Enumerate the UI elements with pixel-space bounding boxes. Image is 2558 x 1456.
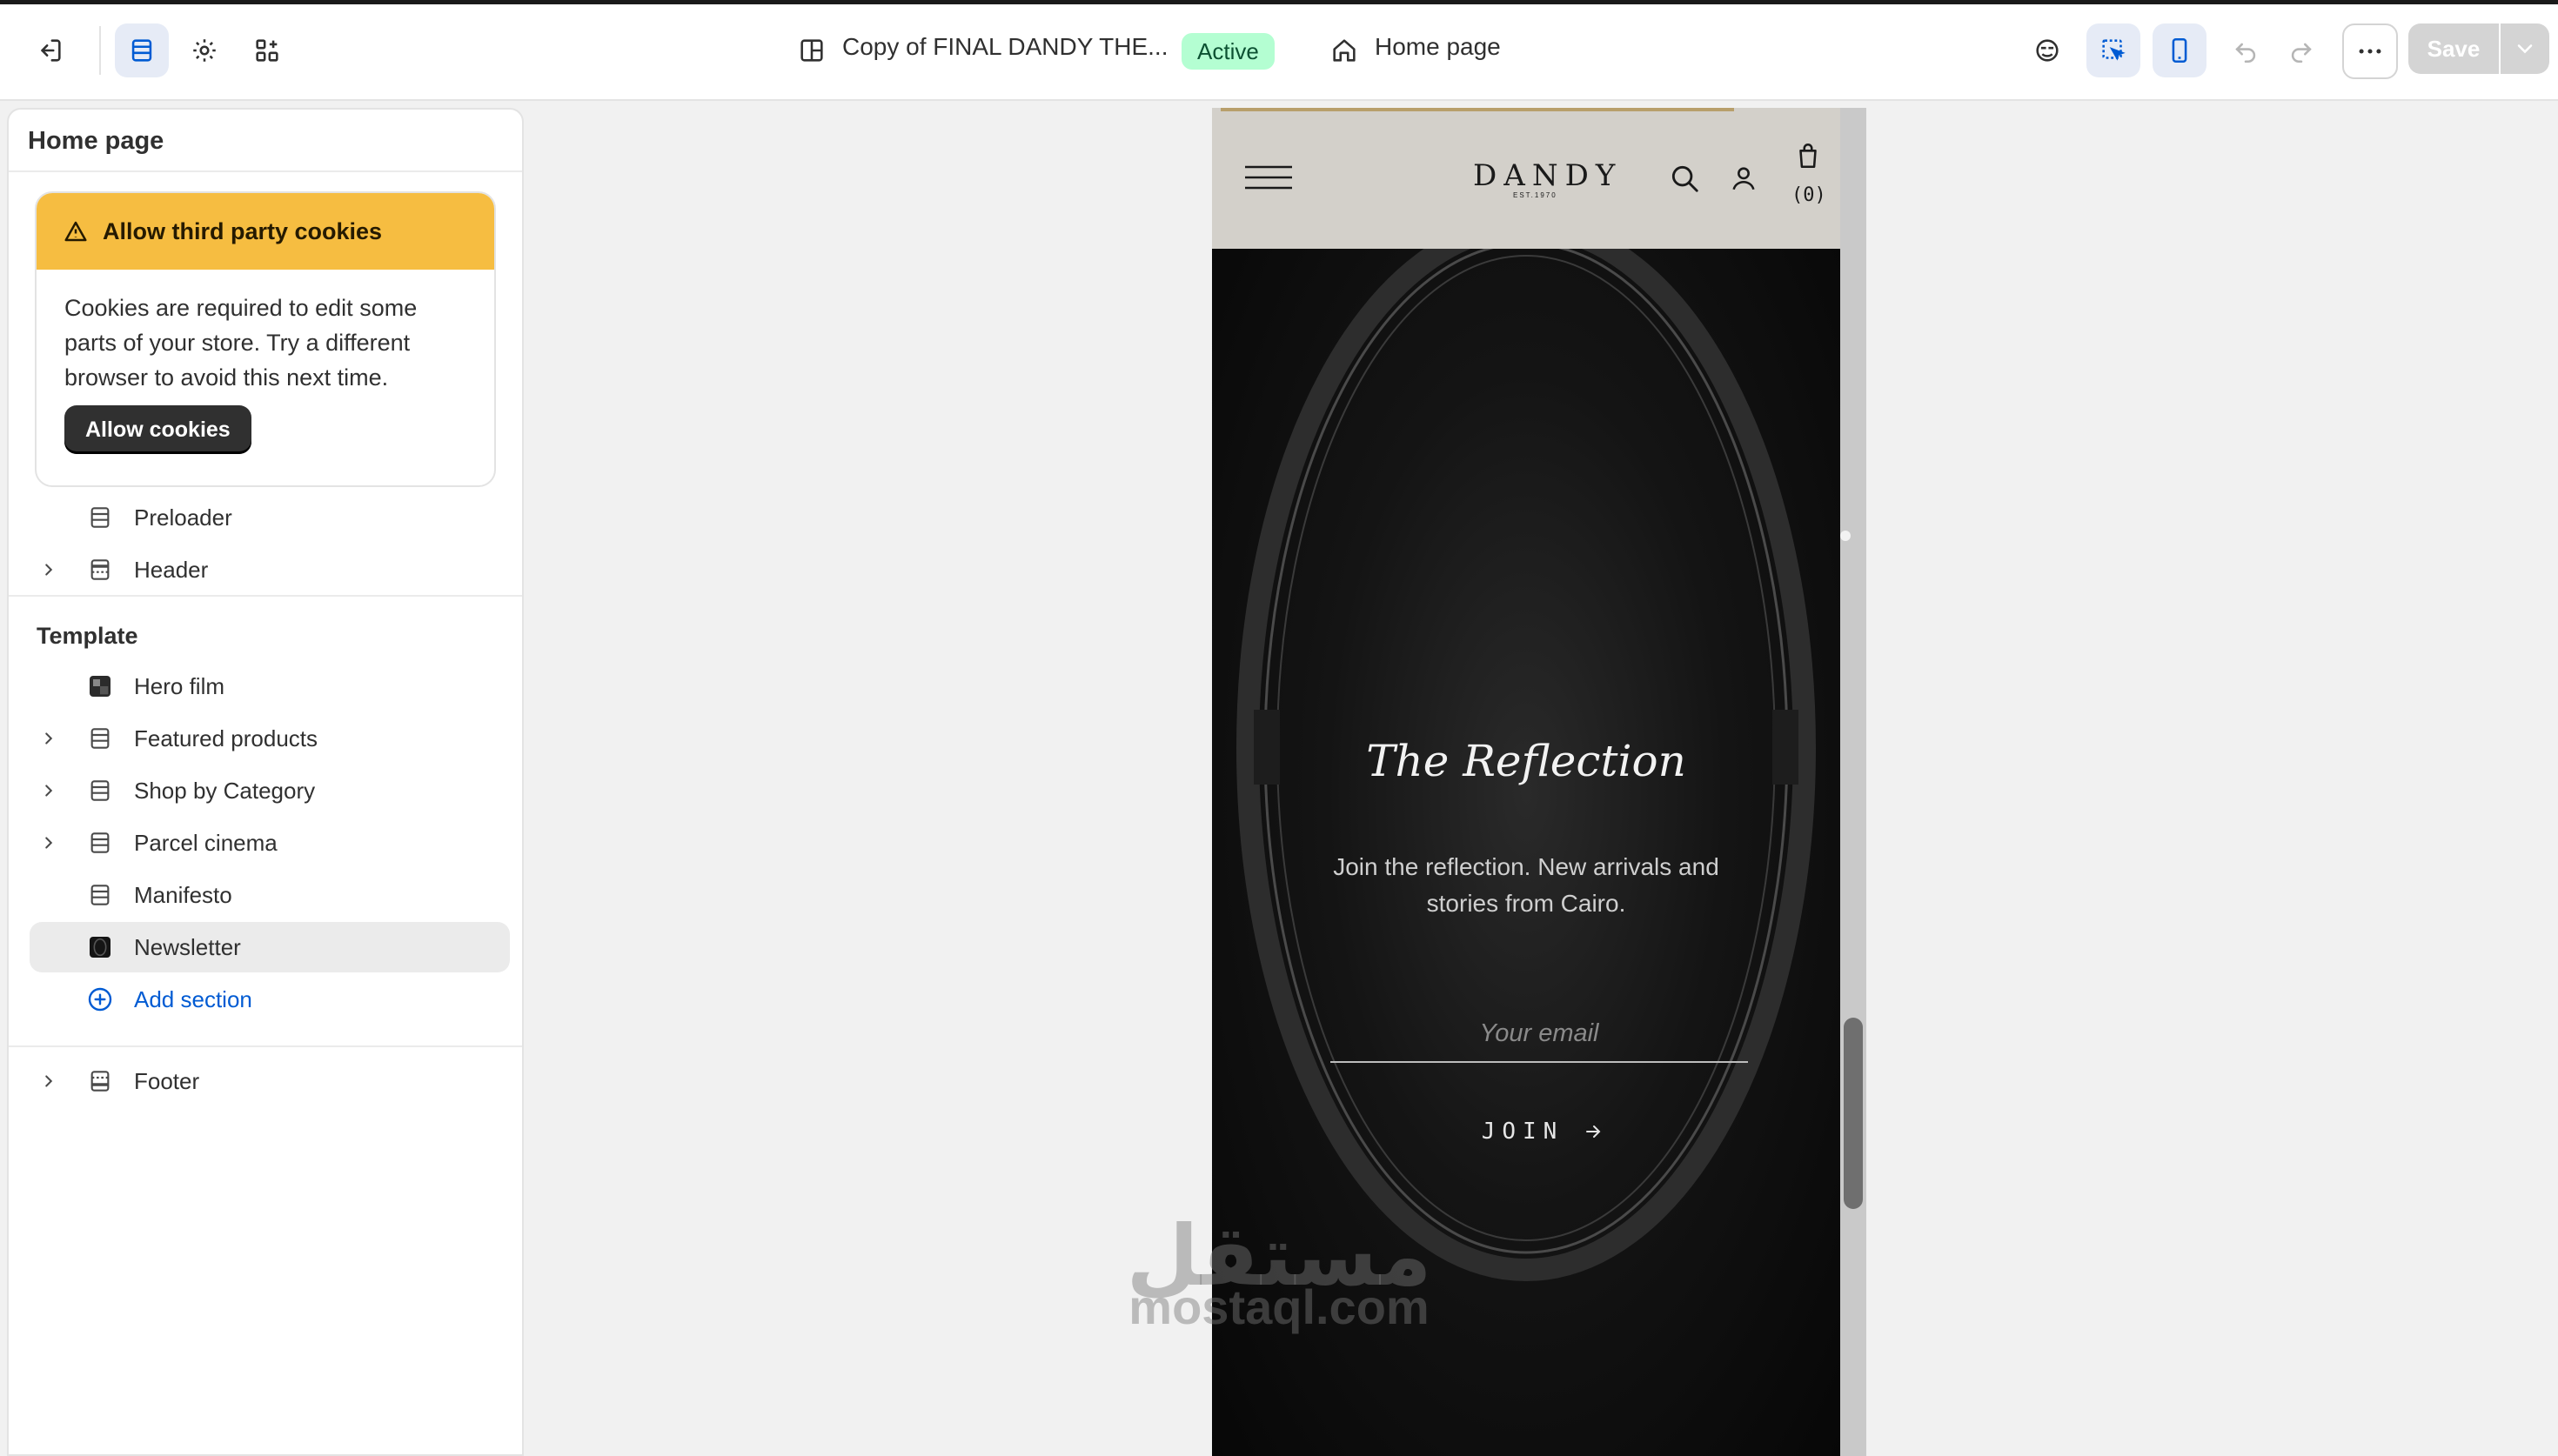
tree-item-footer[interactable]: Footer [30,1056,510,1106]
exit-icon [41,39,61,62]
cookie-notice-header: Allow third party cookies [37,193,494,270]
chevron-right-icon[interactable] [30,1072,68,1091]
mobile-icon [2172,37,2187,63]
newsletter-email-input[interactable] [1330,1005,1748,1063]
image-thumbnail-icon [85,932,115,962]
allow-cookies-button[interactable]: Allow cookies [64,405,251,454]
tree-item-shop-by-category[interactable]: Shop by Category [30,765,510,816]
footer-section-icon [85,1066,115,1096]
section-icon [85,503,115,532]
gear-icon [193,39,216,62]
tree-item-label: Manifesto [134,881,232,908]
cookie-notice-title: Allow third party cookies [103,217,383,244]
tree-item-featured-products[interactable]: Featured products [30,713,510,764]
tree-item-newsletter[interactable]: Newsletter [30,922,510,972]
tree-item-label: Preloader [134,504,232,531]
preview-scrollbar-track[interactable] [1840,108,1866,1456]
tree-item-preloader[interactable]: Preloader [30,492,510,543]
store-header: DANDY EST.1970 (0) [1212,108,1840,249]
tree-item-label: Featured products [134,725,318,751]
cart-count: (0) [1791,184,1826,206]
more-actions-button[interactable] [2342,23,2398,79]
undo-button[interactable] [2219,23,2273,77]
home-icon [1329,36,1359,65]
add-section-button[interactable]: Add section [30,974,510,1025]
tree-item-label: Shop by Category [134,777,316,804]
newsletter-join-button[interactable]: JOIN [1473,1110,1612,1153]
arrow-right-icon [1586,1125,1601,1138]
more-horizontal-icon [2359,49,2381,54]
chevron-right-icon[interactable] [30,560,68,579]
tree-item-label: Footer [134,1067,200,1094]
sidebar-divider [9,595,522,597]
sections-sidebar: Home page Allow third party cookies Cook… [7,108,524,1456]
save-button[interactable]: Save [2408,23,2499,74]
section-icon [85,828,115,858]
tree-item-header[interactable]: Header [30,544,510,595]
status-badge: Active [1182,33,1275,70]
select-element-button[interactable] [2086,23,2140,77]
redo-icon [2291,43,2312,63]
section-icon [85,724,115,753]
theme-settings-button[interactable] [177,23,231,77]
store-logo-tagline: EST.1970 [1513,191,1557,199]
theme-name[interactable]: Copy of FINAL DANDY THE... [842,33,1169,61]
newsletter-title: The Reflection [1366,736,1686,786]
newsletter-text: Join the reflection. New arrivals and st… [1333,853,1719,917]
exit-button[interactable] [23,23,77,77]
cart-bag-icon[interactable] [1793,141,1823,170]
add-section-label: Add section [134,985,252,1012]
inspector-button[interactable] [2020,23,2074,77]
editor-topbar: Copy of FINAL DANDY THE... Active Home p… [0,0,2558,101]
mobile-preview-button[interactable] [2153,23,2206,77]
topbar-divider [99,26,101,75]
inspector-icon [2036,39,2059,62]
chevron-down-icon [2517,44,2533,54]
header-section-icon [85,555,115,584]
redo-button[interactable] [2274,23,2328,77]
scroll-indicator-dot [1840,531,1851,541]
chevron-right-icon[interactable] [30,781,68,800]
video-thumbnail-icon [85,671,115,701]
account-icon[interactable] [1729,164,1758,193]
preview-scrollbar-thumb[interactable] [1844,1018,1863,1209]
sections-tab-button[interactable] [115,23,169,77]
tree-item-label: Hero film [134,672,225,699]
tree-item-label: Header [134,556,209,583]
join-label: JOIN [1481,1119,1564,1145]
chevron-right-icon[interactable] [30,729,68,748]
apps-icon [256,39,278,62]
cookie-notice-text: Cookies are required to edit some parts … [64,295,418,391]
tree-item-label: Parcel cinema [134,829,278,856]
section-icon [85,776,115,805]
undo-icon [2235,43,2256,63]
sidebar-divider [9,1045,522,1047]
cursor-select-icon [2102,39,2126,61]
warning-icon [64,221,87,242]
sections-icon [131,39,152,62]
sidebar-divider [9,170,522,172]
save-options-button[interactable] [2501,23,2549,74]
cookie-notice: Allow third party cookies Cookies are re… [35,191,496,487]
apps-button[interactable] [240,23,294,77]
store-logo[interactable]: DANDY [1473,158,1622,193]
watermark-latin: mostaql.com [1128,1279,1430,1334]
add-circle-icon [85,985,115,1014]
theme-layout-icon [797,36,827,65]
template-group-title: Template [37,623,138,649]
section-icon [85,880,115,910]
hamburger-menu-icon[interactable] [1243,162,1294,193]
tree-item-hero-film[interactable]: Hero film [30,661,510,711]
tree-item-manifesto[interactable]: Manifesto [30,870,510,920]
page-selector[interactable]: Home page [1375,33,1501,61]
tree-item-parcel-cinema[interactable]: Parcel cinema [30,818,510,868]
search-icon[interactable] [1668,162,1701,195]
tree-item-label: Newsletter [134,933,241,960]
sidebar-title: Home page [28,127,164,155]
chevron-right-icon[interactable] [30,833,68,852]
